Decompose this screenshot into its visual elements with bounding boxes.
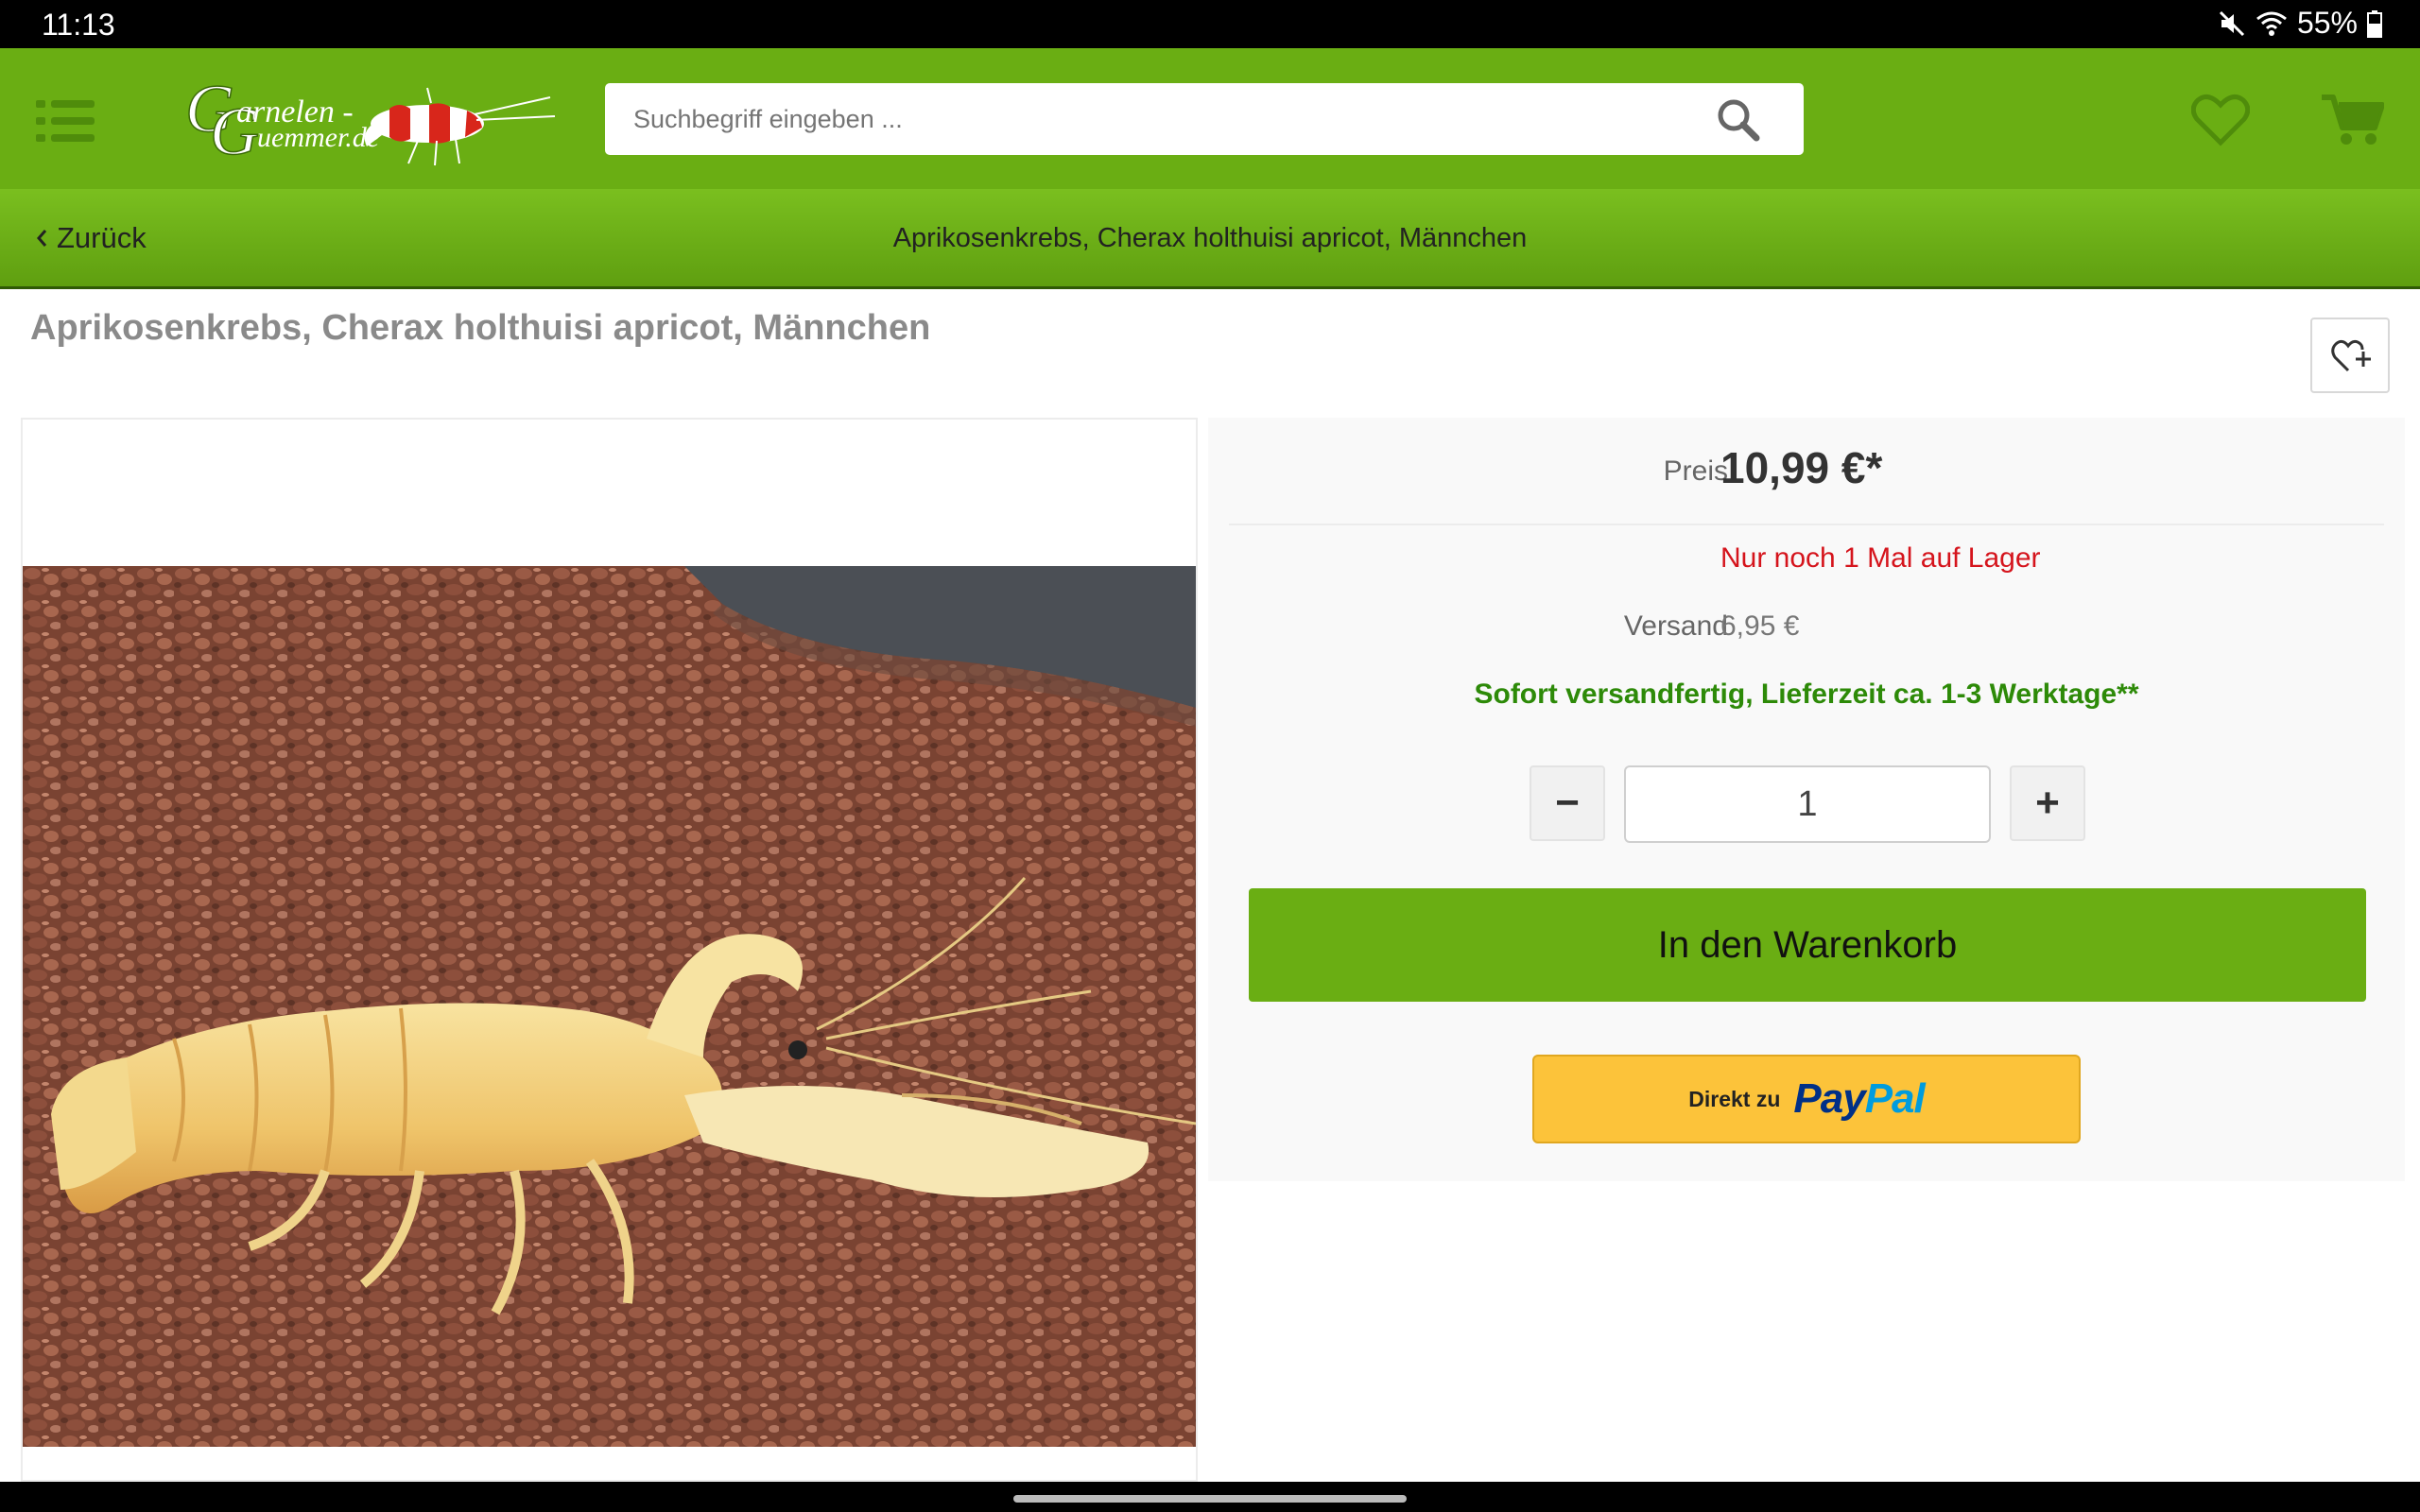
add-to-cart-button[interactable]: In den Warenkorb [1249, 888, 2366, 1002]
shipping-label: Versand [1623, 610, 1728, 642]
product-image-container [21, 418, 1198, 1482]
status-icons: 55% [2218, 6, 2382, 41]
heart-icon[interactable] [2190, 94, 2251, 146]
heart-plus-icon [2331, 339, 2371, 372]
site-logo[interactable]: G G arnelen - uemmer.de [182, 69, 569, 173]
buy-box: Preis 10,99 €* Nur noch 1 Mal auf Lager … [1208, 418, 2405, 1181]
price-value: 10,99 €* [1720, 443, 1883, 492]
wifi-icon [2256, 9, 2288, 38]
search-icon[interactable] [1717, 98, 1760, 142]
price-label: Preis [1663, 455, 1728, 487]
battery-icon [2367, 9, 2382, 38]
quantity-input[interactable] [1624, 765, 1991, 843]
search-input[interactable] [633, 83, 1692, 155]
system-nav-bar [0, 1482, 2420, 1512]
paypal-express-button[interactable]: Direkt zu PayPal [1532, 1055, 2081, 1143]
home-handle[interactable] [1013, 1495, 1407, 1503]
mute-icon [2218, 9, 2246, 38]
status-bar: 11:13 55% [0, 0, 2420, 48]
plus-icon: + [2035, 780, 2060, 826]
quantity-increase-button[interactable]: + [2010, 765, 2085, 841]
battery-percent: 55% [2296, 6, 2358, 40]
paypal-logo: PayPal [1793, 1075, 1925, 1122]
shipping-value: 6,95 € [1720, 610, 1800, 642]
cart-icon[interactable] [2322, 92, 2385, 146]
minus-icon: − [1555, 780, 1580, 826]
add-to-wishlist-button[interactable] [2310, 318, 2390, 393]
quantity-decrease-button[interactable]: − [1530, 765, 1605, 841]
delivery-info: Sofort versandfertig, Lieferzeit ca. 1-3… [1474, 679, 2139, 710]
menu-icon[interactable] [36, 100, 95, 142]
status-time: 11:13 [42, 8, 115, 42]
site-header: G G arnelen - uemmer.de [0, 48, 2420, 189]
product-title: Aprikosenkrebs, Cherax holthuisi apricot… [30, 308, 931, 348]
search-bar [605, 83, 1804, 155]
divider [1229, 524, 2384, 525]
stock-status: Nur noch 1 Mal auf Lager [1720, 542, 2041, 574]
svg-text:uemmer.de: uemmer.de [257, 122, 379, 153]
paypal-prefix: Direkt zu [1688, 1086, 1781, 1111]
breadcrumb-title: Aprikosenkrebs, Cherax holthuisi apricot… [892, 223, 1528, 253]
breadcrumb: Zurück Aprikosenkrebs, Cherax holthuisi … [0, 189, 2420, 289]
product-image[interactable] [23, 566, 1196, 1447]
